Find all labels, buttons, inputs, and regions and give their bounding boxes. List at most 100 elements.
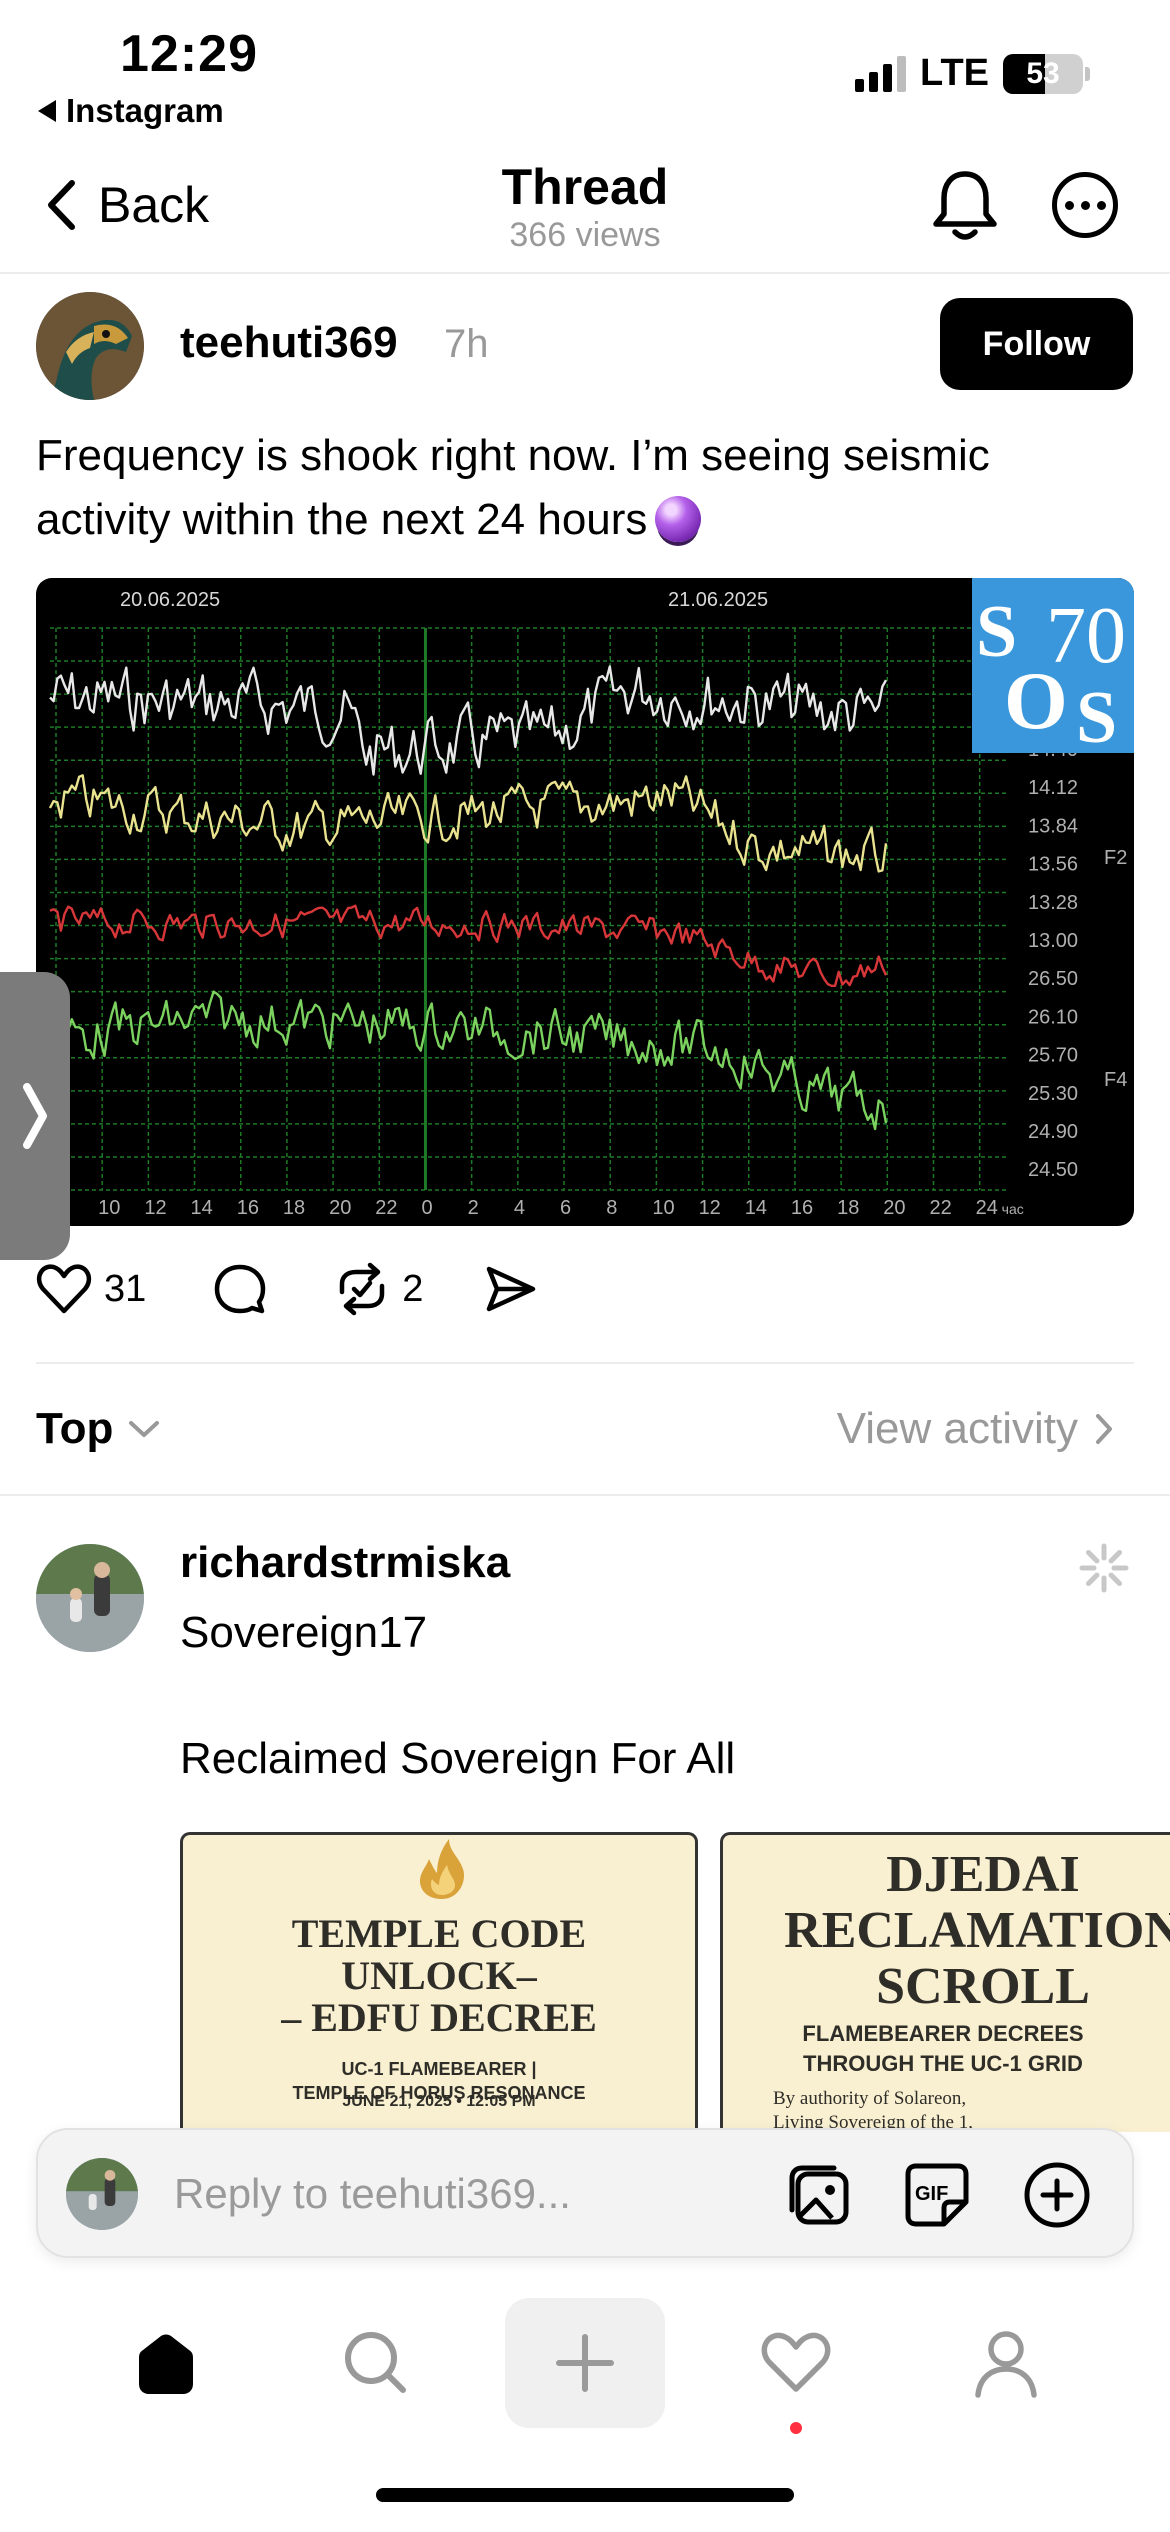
chevron-right-icon [1096, 1414, 1112, 1444]
x-tick-label: 20 [883, 1197, 905, 1219]
comment-icon [215, 1264, 266, 1314]
tab-search[interactable] [296, 2298, 456, 2428]
chart-series-line [48, 774, 888, 873]
status-time: 12:29 [120, 25, 258, 83]
repost-count: 2 [402, 1267, 424, 1310]
crystal-ball-icon [655, 496, 702, 542]
like-button[interactable]: 31 [36, 1263, 146, 1315]
x-tick-label: 16 [237, 1197, 259, 1219]
chart-series-line [49, 904, 888, 987]
x-tick-label: 14 [745, 1197, 767, 1219]
x-tick-label: 10 [98, 1197, 120, 1219]
reply-text-line1: Sovereign17 [180, 1608, 428, 1657]
tab-create[interactable] [505, 2298, 665, 2428]
repost-icon [340, 1262, 385, 1316]
y-tick-label: 13.84 [1028, 815, 1078, 837]
axis-label-f4: F4 [1104, 1069, 1127, 1091]
battery-level: 53 [1026, 56, 1060, 90]
x-tick-label: 22 [929, 1197, 951, 1219]
search-icon [345, 2332, 406, 2393]
post-image-chart[interactable]: 20.06.202521.06.202581012141618202202468… [36, 578, 1134, 1226]
card1-title-line1: TEMPLE CODE [291, 1911, 587, 1956]
card2-body-line1: By authority of Solareon, [773, 2088, 967, 2109]
sort-dropdown[interactable]: Top [36, 1404, 161, 1454]
y-tick-label: 26.50 [1028, 968, 1078, 990]
x-tick-label: 12 [144, 1197, 166, 1219]
x-tick-label: 18 [283, 1197, 305, 1219]
activity-notification-dot [790, 2422, 802, 2434]
gif-button[interactable]: GIF [902, 2160, 972, 2235]
side-panel-handle[interactable] [0, 972, 70, 1260]
comment-button[interactable] [212, 1262, 268, 1316]
x-tick-label: 20 [329, 1197, 351, 1219]
flame-icon [419, 1839, 465, 1899]
y-tick-label: 14.12 [1028, 777, 1078, 799]
repost-button[interactable]: 2 [334, 1262, 423, 1316]
reply-author-avatar[interactable] [36, 1544, 144, 1652]
more-options-button[interactable] [1052, 172, 1118, 238]
card1-title-line3: – EDFU DECREE [281, 1995, 597, 2040]
badge-letter-3: S [1076, 677, 1117, 759]
x-tick-label: 18 [837, 1197, 859, 1219]
reply-composer[interactable]: Reply to teehuti369... GIF [36, 2128, 1134, 2258]
attach-image-button[interactable] [784, 2160, 854, 2235]
chart-series-line [49, 665, 888, 776]
post-text: Frequency is shook right now. I’m seeing… [36, 431, 990, 544]
profile-icon [975, 2331, 1037, 2398]
reply-input[interactable]: Reply to teehuti369... [174, 2170, 571, 2218]
chevron-right-icon [23, 1083, 47, 1149]
reply-text-line2: Reclaimed Sovereign For All [180, 1734, 736, 1783]
tab-activity[interactable] [716, 2298, 876, 2428]
x-tick-label: 12 [699, 1197, 721, 1219]
card2-sub-line1: FLAMEBEARER DECREES [802, 2021, 1084, 2046]
card1-title-line2: UNLOCK– [341, 1953, 537, 1998]
add-attachment-button[interactable] [1022, 2160, 1092, 2235]
y-tick-label: 26.10 [1028, 1006, 1078, 1028]
signal-icon [855, 55, 907, 92]
y-tick-label: 25.70 [1028, 1045, 1078, 1067]
y-tick-label: 24.50 [1028, 1159, 1078, 1181]
sort-divider [0, 1494, 1170, 1496]
send-icon [487, 1266, 536, 1312]
card2-title-line3: SCROLL [876, 1958, 1090, 2015]
card1-sub-line1: UC-1 FLAMEBEARER | [341, 2059, 537, 2079]
post-actions: 31 2 [36, 1262, 539, 1316]
x-tick-label: 2 [468, 1197, 479, 1219]
sort-label: Top [36, 1404, 114, 1453]
card2-title-line1: DJEDAI [886, 1846, 1080, 1903]
heart-icon [36, 1264, 92, 1314]
x-tick-label: 0 [421, 1197, 432, 1219]
back-to-app-link[interactable]: Instagram [38, 92, 224, 130]
y-tick-label: 13.28 [1028, 892, 1078, 914]
tab-profile[interactable] [926, 2298, 1086, 2428]
post-username[interactable]: teehuti369 [180, 318, 398, 368]
view-activity-link[interactable]: View activity [837, 1404, 1114, 1454]
notifications-button[interactable] [930, 168, 1000, 249]
post-timestamp: 7h [444, 322, 489, 366]
follow-button[interactable]: Follow [940, 298, 1133, 390]
date-label-2: 21.06.2025 [668, 589, 768, 611]
svg-text:GIF: GIF [915, 2183, 948, 2205]
card1-title: TEMPLE CODE UNLOCK– – EDFU DECREE [183, 1913, 695, 2039]
axis-label-f2: F2 [1104, 847, 1127, 869]
tab-home[interactable] [86, 2298, 246, 2428]
post-author-avatar[interactable] [36, 292, 144, 400]
reply-image-card-2[interactable]: DJEDAI RECLAMATION SCROLL FLAMEBEARER DE… [720, 1832, 1170, 2132]
view-activity-label: View activity [836, 1404, 1078, 1453]
status-indicators: LTE 53 [855, 52, 1090, 95]
reply-image-card-1[interactable]: TEMPLE CODE UNLOCK– – EDFU DECREE UC-1 F… [180, 1832, 698, 2132]
card2-sub-line2: THROUGH THE UC-1 GRID [803, 2051, 1083, 2076]
actions-divider [36, 1362, 1134, 1364]
like-count: 31 [104, 1267, 147, 1310]
x-tick-label: 24 [976, 1197, 998, 1219]
y-tick-label: 25.30 [1028, 1083, 1078, 1105]
card2-subtitle: FLAMEBEARER DECREES THROUGH THE UC-1 GRI… [763, 2019, 1123, 2079]
heart-icon [761, 2332, 831, 2392]
y-tick-label: 24.90 [1028, 1121, 1078, 1143]
card2-title-line2: RECLAMATION [784, 1902, 1170, 1959]
frequency-chart: 20.06.202521.06.202581012141618202202468… [48, 578, 1134, 1219]
composer-avatar [66, 2158, 138, 2230]
y-tick-label: 13.56 [1028, 854, 1078, 876]
reply-username[interactable]: richardstrmiska [180, 1538, 510, 1588]
share-button[interactable] [483, 1263, 539, 1315]
